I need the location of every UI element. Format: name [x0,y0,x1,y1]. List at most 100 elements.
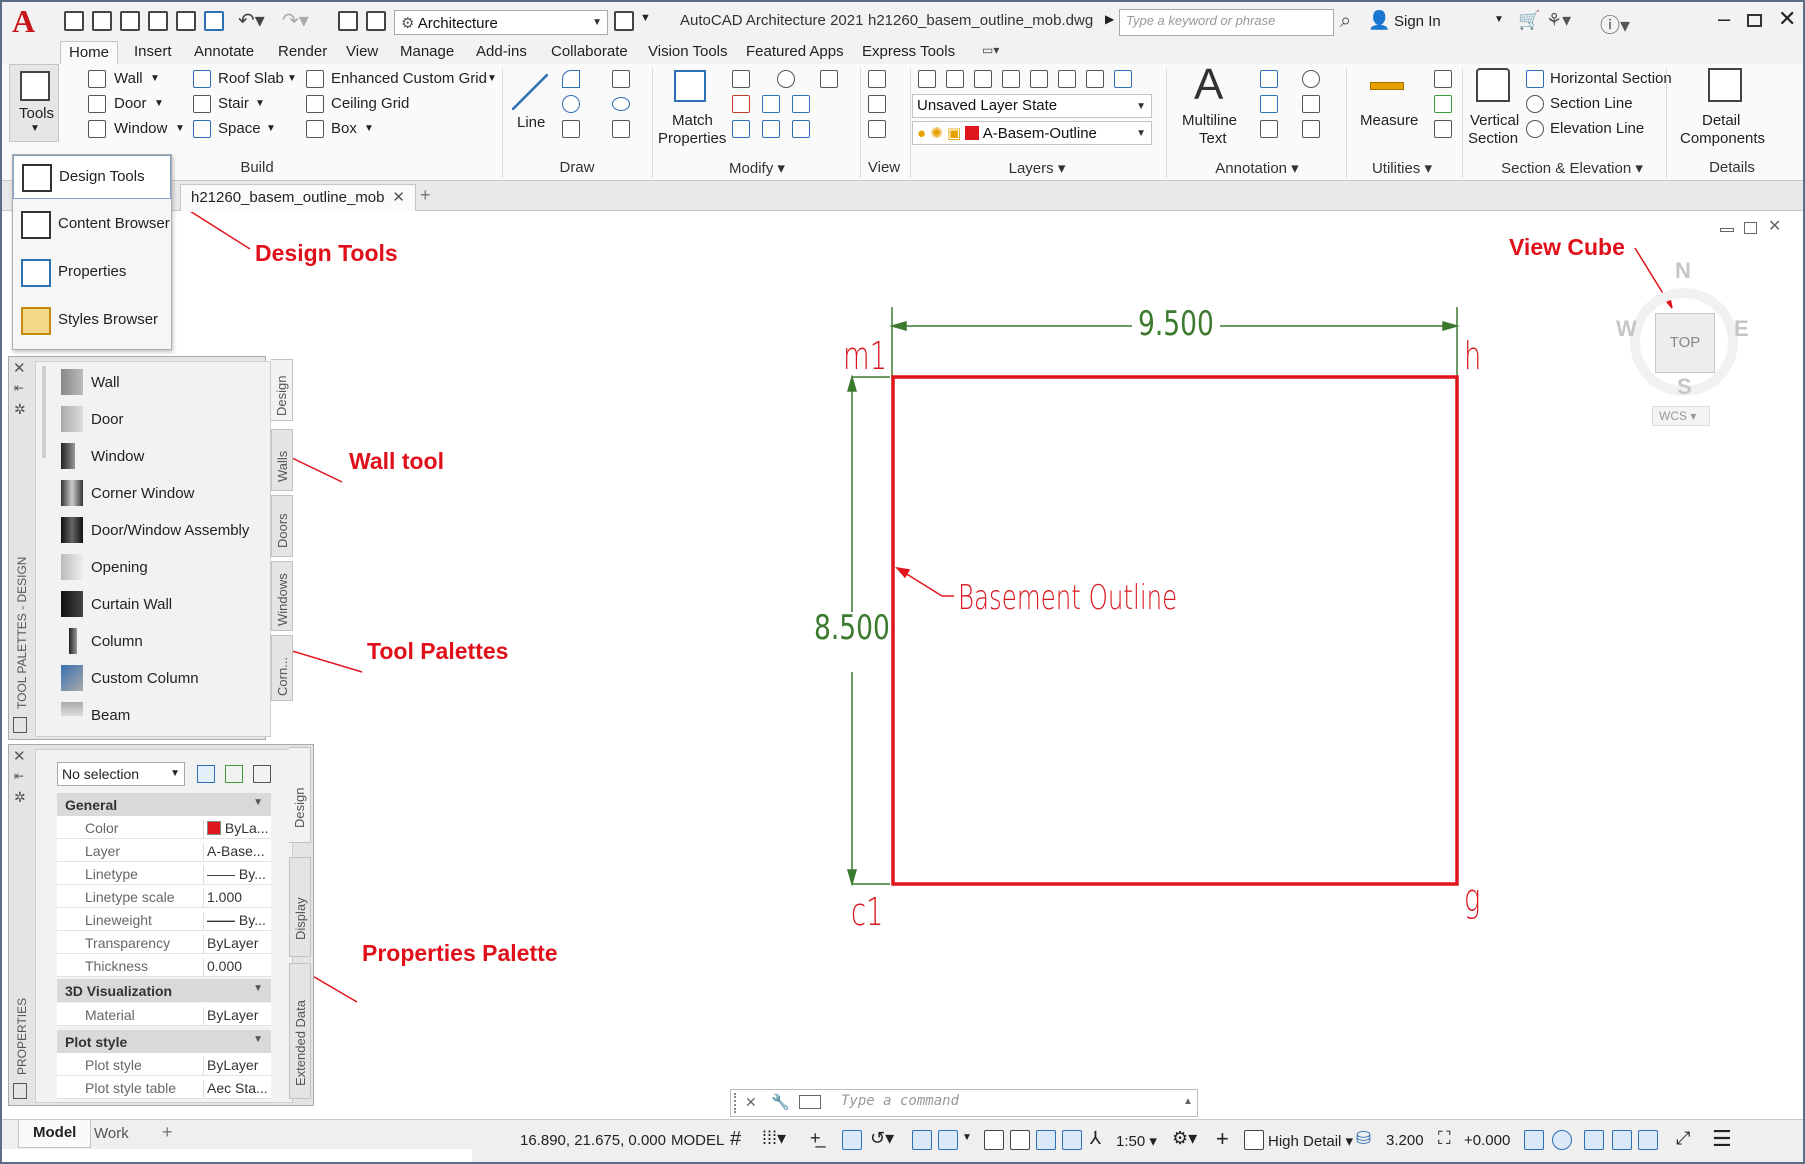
undo-icon[interactable]: ↶▾ [238,8,265,33]
coordinates-readout[interactable]: 16.890, 21.675, 0.000 [520,1132,666,1149]
tool-item-door[interactable]: Door [91,411,124,428]
viewport-minimize-icon[interactable] [1720,228,1734,232]
elevation-icon[interactable]: ⛁ [1356,1128,1371,1149]
layout-tab-model[interactable]: Model [18,1120,92,1148]
line-button[interactable]: Line [517,114,545,131]
surface-hatch-icon[interactable]: ⛶ [1438,1128,1451,1149]
calculator-icon[interactable] [1434,120,1452,138]
viewport-close-icon[interactable]: ✕ [1768,216,1781,236]
layout-tab-work[interactable]: Work [94,1125,129,1142]
search-input[interactable]: Type a keyword or phrase [1119,9,1334,36]
command-grip-icon[interactable] [734,1093,738,1113]
graphics-perf-icon[interactable] [1612,1130,1632,1150]
modify-panel-label[interactable]: Modify ▾ [722,159,792,177]
help-icon[interactable]: ⓘ▾ [1600,9,1630,38]
layer-lock-icon[interactable] [1030,70,1048,88]
isolate-icon[interactable] [1524,1130,1544,1150]
compass-east[interactable]: E [1734,316,1749,342]
point-icon[interactable] [612,70,630,88]
detail-level-select[interactable]: High Detail ▾ [1268,1132,1353,1150]
current-layer-select[interactable]: ● ✺ ▣ A-Basem-Outline ▼ [912,121,1152,145]
object-viewer-icon[interactable] [1638,1130,1658,1150]
prop-row-transparency[interactable]: Transparency ByLayer [57,931,271,954]
command-close-icon[interactable]: ✕ [745,1094,757,1111]
match-label[interactable]: Match [672,112,713,129]
dynamic-input-icon[interactable]: +̲ [810,1128,821,1149]
auto-scale-icon[interactable] [1062,1130,1082,1150]
save-icon[interactable] [120,11,140,31]
tab-featured-apps[interactable]: Featured Apps [738,41,852,64]
prop-row-color[interactable]: Color ByLa... [57,816,271,839]
prop-row-material[interactable]: Material ByLayer [57,1003,271,1026]
tool-item-door-window-assembly[interactable]: Door/Window Assembly [91,522,249,539]
roof-slab-dropdown-icon[interactable]: ▼ [287,73,297,84]
tool-item-beam[interactable]: Beam [91,707,130,724]
compass-south[interactable]: S [1677,374,1692,400]
properties-tab-design[interactable]: Design [289,747,311,843]
tool-item-curtain-wall[interactable]: Curtain Wall [91,596,172,613]
tag-icon[interactable] [1260,120,1278,138]
annotation-panel-label[interactable]: Annotation ▾ [1202,159,1312,177]
selection-select[interactable]: No selection ▼ [57,762,185,786]
cut-plane-value[interactable]: 3.200 [1386,1132,1424,1149]
layer-walk-icon[interactable] [1086,70,1104,88]
command-input[interactable]: Type a command [841,1093,1161,1113]
properties-menu-icon[interactable] [13,1083,27,1099]
tool-item-wall[interactable]: Wall [91,374,120,391]
section-plot-style[interactable]: Plot style ▼ [57,1030,271,1053]
prop-row-linetype[interactable]: Linetype —— By... [57,862,271,885]
properties-tab-extended-data[interactable]: Extended Data [289,963,311,1099]
tab-view[interactable]: View [338,41,386,64]
tab-manage[interactable]: Manage [392,41,462,64]
window-dropdown-icon[interactable]: ▼ [175,123,185,134]
quick-select-props-icon[interactable] [253,765,271,783]
command-history-icon[interactable]: ▲ [1183,1096,1193,1107]
plus-icon[interactable]: + [1216,1126,1229,1152]
maximize-icon[interactable] [1747,14,1762,27]
section-general[interactable]: General ▼ [57,793,271,816]
cart-icon[interactable]: 🛒 [1518,10,1540,31]
stair-button[interactable]: Stair [218,95,249,112]
wcs-menu[interactable]: WCS ▾ [1652,406,1710,426]
print-icon[interactable] [148,11,168,31]
select-similar-icon[interactable] [1434,95,1452,113]
palette-close-icon[interactable]: ✕ [13,359,26,377]
close-window-icon[interactable]: ✕ [1778,6,1796,32]
exchange-icon[interactable]: ⚘▾ [1546,10,1571,31]
tool-item-window[interactable]: Window [91,448,144,465]
section-3d-visualization[interactable]: 3D Visualization ▼ [57,979,271,1002]
view-cube[interactable]: N S W E TOP WCS ▾ [1602,258,1762,428]
tab-home[interactable]: Home [60,41,119,64]
tab-vision-tools[interactable]: Vision Tools [640,41,736,64]
detail-label[interactable]: Detail [1702,112,1740,129]
wall-button[interactable]: Wall [114,70,143,87]
section-label[interactable]: Section [1468,130,1518,147]
erase-icon[interactable] [732,95,750,113]
tab-insert[interactable]: Insert [126,41,180,64]
view-zoom-icon[interactable] [868,120,886,138]
dim-style-icon[interactable] [1302,95,1320,113]
palette-tab-windows[interactable]: Windows [271,561,293,631]
polyline-icon[interactable] [562,70,580,88]
polar-icon[interactable]: ↺▾ [870,1128,894,1149]
tab-add-ins[interactable]: Add-ins [468,41,535,64]
ceiling-grid-button[interactable]: Ceiling Grid [331,95,409,112]
app-logo-icon[interactable]: A [12,4,42,38]
compass-north[interactable]: N [1675,258,1691,284]
new-file-icon[interactable] [64,11,84,31]
prop-row-plot-style[interactable]: Plot style ByLayer [57,1053,271,1076]
properties-close-icon[interactable]: ✕ [13,747,26,765]
basement-outline[interactable] [891,375,1459,886]
prop-row-linetype-scale[interactable]: Linetype scale 1.000 [57,885,271,908]
document-tab[interactable]: h21260_basem_outline_mob ✕ [180,184,416,211]
minimize-icon[interactable]: – [1718,6,1730,32]
view-cube-top-face[interactable]: TOP [1655,313,1715,373]
menu-item-styles-browser[interactable]: Styles Browser [13,299,171,343]
fillet-icon[interactable] [820,70,838,88]
tool-item-corner-window[interactable]: Corner Window [91,485,194,502]
viewport-restore-icon[interactable] [1744,222,1757,234]
tools-button[interactable]: Tools ▼ [9,64,59,142]
select-objects-icon[interactable] [225,765,243,783]
quick-select-icon[interactable] [1434,70,1452,88]
rotate-icon[interactable] [777,70,795,88]
